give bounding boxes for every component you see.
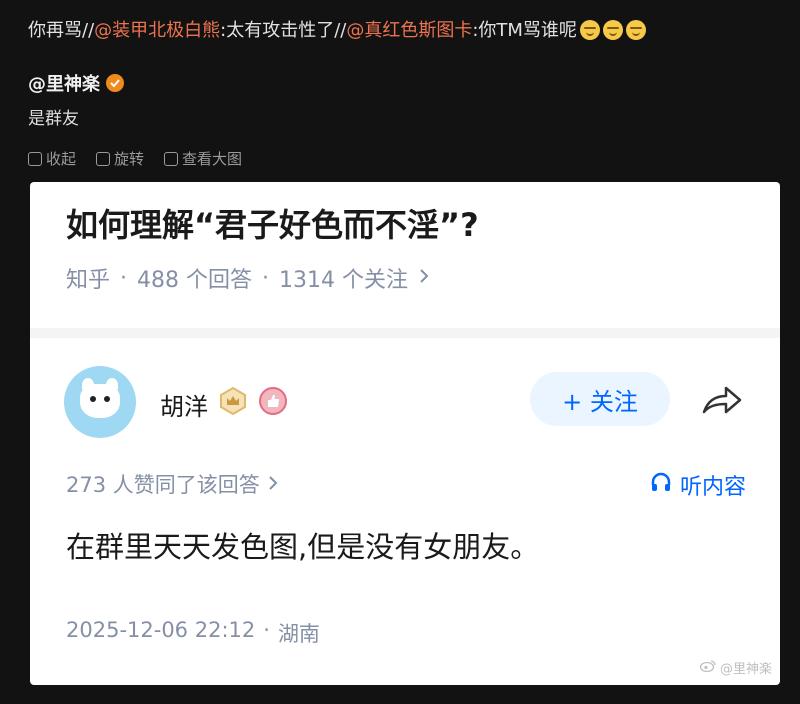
author-name[interactable]: 胡洋 [160, 387, 208, 422]
separator-dot: · [263, 618, 270, 642]
comment-text: 是群友 [28, 109, 79, 129]
answer-author[interactable]: 胡洋 [160, 386, 288, 422]
rotate-button[interactable]: 旋转 [96, 148, 144, 169]
repost-segment: :太有攻击性了// [220, 20, 347, 41]
share-icon[interactable] [700, 382, 744, 422]
view-large-image-button[interactable]: 查看大图 [164, 148, 242, 169]
chevron-right-icon [268, 472, 278, 496]
weibo-watermark: @里神楽 [699, 658, 772, 677]
separator-dot: · [262, 265, 270, 291]
avatar-dog-face [80, 378, 120, 418]
headphones-icon [650, 471, 672, 499]
mention-link[interactable]: @真红色斯图卡 [346, 20, 472, 41]
zhihu-screenshot-card: 如何理解“君子好色而不淫”? 知乎 · 488 个回答 · 1314 个关注 胡… [30, 182, 780, 685]
rotate-icon [96, 151, 111, 166]
repost-segment: 你再骂// [28, 20, 95, 41]
weibo-logo-icon [699, 659, 716, 676]
author-name[interactable]: @里神楽 [28, 70, 100, 96]
vote-count-text: 273 人赞同了该回答 [66, 473, 260, 497]
view-large-image-icon [164, 151, 179, 166]
avatar-eye [104, 396, 110, 402]
comment-author[interactable]: @里神楽 [28, 70, 124, 96]
grin-sweat-emoji-icon [579, 20, 600, 40]
chevron-right-icon [418, 266, 430, 291]
answer-text: 在群里天天发色图,但是没有女朋友。 [66, 530, 540, 564]
grin-sweat-emoji-icon [625, 20, 646, 40]
verified-badge-icon [106, 74, 124, 92]
mention-link[interactable]: @装甲北极白熊 [94, 20, 220, 41]
author-avatar[interactable] [64, 366, 136, 438]
follow-button[interactable]: + 关注 [530, 372, 670, 426]
collapse-button[interactable]: 收起 [28, 148, 76, 169]
follow-count: 1314 个关注 [279, 268, 408, 293]
rotate-label: 旋转 [114, 150, 145, 168]
image-actions: 收起 旋转 查看大图 [28, 148, 242, 169]
separator-dot: · [120, 265, 128, 291]
question-title[interactable]: 如何理解“君子好色而不淫”? [66, 200, 479, 246]
repost-text: 你再骂//@装甲北极白熊:太有攻击性了//@真红色斯图卡:你TM骂谁呢 [28, 16, 646, 42]
avatar-eye [90, 396, 96, 402]
view-large-image-label: 查看大图 [182, 150, 243, 168]
vote-summary[interactable]: 273 人赞同了该回答 [66, 469, 278, 499]
source-label: 知乎 [66, 268, 111, 293]
grin-sweat-emoji-icon [602, 20, 623, 40]
crown-badge-icon [218, 386, 248, 422]
answer-timestamp: 2025-12-06 22:12 · 湖南 [66, 618, 320, 648]
avatar-ear [82, 378, 94, 392]
section-divider [30, 328, 780, 338]
watermark-text: @里神楽 [719, 662, 772, 677]
question-meta[interactable]: 知乎 · 488 个回答 · 1314 个关注 [66, 262, 430, 294]
listen-button[interactable]: 听内容 [650, 469, 746, 501]
repost-segment: :你TM骂谁呢 [472, 20, 577, 41]
collapse-icon [28, 151, 42, 166]
answer-count: 488 个回答 [137, 268, 253, 293]
collapse-label: 收起 [46, 150, 77, 168]
listen-label: 听内容 [679, 475, 746, 500]
location-text: 湖南 [277, 622, 320, 646]
timestamp-text: 2025-12-06 22:12 [66, 618, 256, 642]
thumbs-up-badge-icon [258, 386, 288, 422]
avatar-ear [106, 378, 118, 392]
